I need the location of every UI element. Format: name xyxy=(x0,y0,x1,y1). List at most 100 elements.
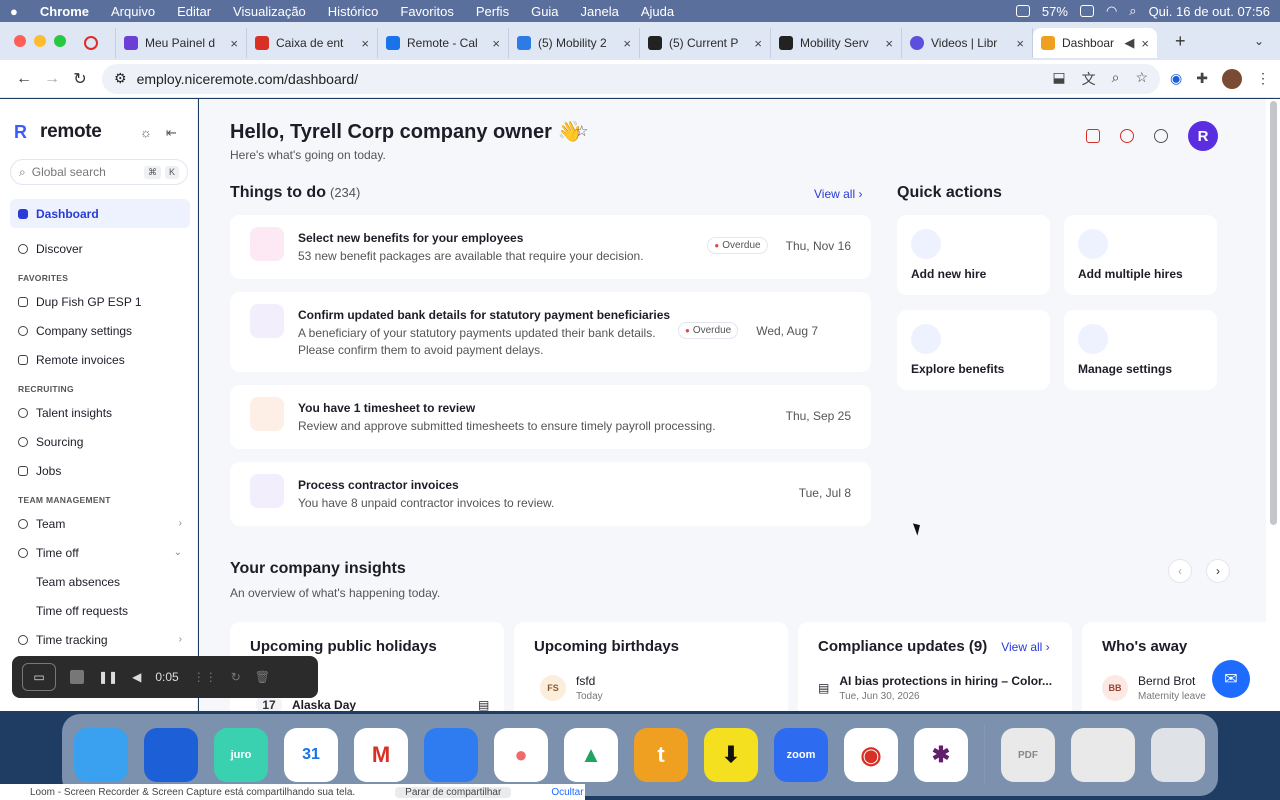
user-avatar[interactable]: R xyxy=(1188,121,1218,151)
menu-item[interactable]: Guia xyxy=(531,4,558,19)
browser-tab[interactable]: (5) Mobility 2 × xyxy=(509,28,640,58)
download-icon[interactable]: ⬇ xyxy=(704,728,758,782)
sidebar-item-team-absences[interactable]: Team absences xyxy=(10,567,190,596)
search-icon[interactable]: ⌕ xyxy=(1129,3,1136,19)
announcements-icon[interactable] xyxy=(1086,129,1100,143)
scrollbar-thumb[interactable] xyxy=(1270,101,1277,525)
page-scrollbar[interactable] xyxy=(1266,99,1280,711)
quick-action-explore-benefits[interactable]: Explore benefits xyxy=(897,310,1050,390)
zoom-window-button[interactable] xyxy=(54,35,66,47)
extensions-icon[interactable]: ✚ xyxy=(1196,70,1208,87)
trash-icon[interactable] xyxy=(1151,728,1205,782)
stop-record-icon[interactable] xyxy=(70,670,84,684)
todo-item[interactable]: Confirm updated bank details for statuto… xyxy=(230,292,871,372)
browser-tab-active[interactable]: Dashboar ◀ × xyxy=(1033,28,1157,58)
collapse-sidebar-icon[interactable]: ⇤ xyxy=(166,125,177,141)
browser-tab[interactable]: Videos | Libr × xyxy=(902,28,1033,58)
translate-icon[interactable]: 文 xyxy=(1082,69,1096,89)
quick-action-add-multiple-hires[interactable]: Add multiple hires xyxy=(1064,215,1217,295)
help-icon[interactable] xyxy=(1154,129,1168,143)
wifi-icon[interactable]: ◠ xyxy=(1106,3,1117,19)
quick-action-add-new-hire[interactable]: Add new hire xyxy=(897,215,1050,295)
restart-icon[interactable]: ↻ xyxy=(231,670,241,684)
drive-icon[interactable]: ▲ xyxy=(564,728,618,782)
back-icon[interactable]: ← xyxy=(10,70,38,88)
compliance-view-all-link[interactable]: View all › xyxy=(1001,640,1049,654)
global-search[interactable]: ⌕ Global search ⌘ K xyxy=(10,159,188,185)
browser-tab[interactable]: Mobility Serv × xyxy=(771,28,902,58)
pdf-file-icon[interactable]: PDF xyxy=(1001,728,1055,782)
tab-search-icon[interactable]: ⌄ xyxy=(1254,34,1264,48)
chrome-icon[interactable]: ◉ xyxy=(844,728,898,782)
sidebar-item-talent-insights[interactable]: Talent insights xyxy=(10,398,190,427)
carousel-prev-icon[interactable]: ‹ xyxy=(1168,559,1192,583)
reload-icon[interactable]: ↻ xyxy=(66,69,94,89)
insight-card-compliance[interactable]: Compliance updates (9) View all › ▤ AI bia… xyxy=(798,622,1072,711)
sidebar-item-dashboard[interactable]: Dashboard xyxy=(10,199,190,228)
bookmark-star-icon[interactable]: ☆ xyxy=(1135,69,1148,89)
close-window-button[interactable] xyxy=(14,35,26,47)
finder-icon[interactable] xyxy=(74,728,128,782)
todo-item[interactable]: You have 1 timesheet to review Review an… xyxy=(230,385,871,449)
gmail-icon[interactable]: M xyxy=(354,728,408,782)
sidebar-item-time-off[interactable]: Time off ⌄ xyxy=(10,538,190,567)
sidebar-item-discover[interactable]: Discover xyxy=(10,234,190,263)
profile-avatar[interactable] xyxy=(1222,68,1242,89)
apple-icon[interactable]: ● xyxy=(10,4,18,19)
menu-item[interactable]: Janela xyxy=(581,4,619,19)
forward-icon[interactable]: → xyxy=(38,70,66,88)
keynote-icon[interactable] xyxy=(424,728,478,782)
theme-toggle-icon[interactable]: ☼ xyxy=(140,125,152,141)
password-extension-icon[interactable]: ◉ xyxy=(1170,70,1182,87)
menu-item[interactable]: Perfis xyxy=(476,4,509,19)
speaker-icon[interactable]: ◀ xyxy=(1124,35,1134,51)
menu-item[interactable]: Arquivo xyxy=(111,4,155,19)
close-tab-icon[interactable]: × xyxy=(754,36,762,51)
password-app-icon[interactable] xyxy=(144,728,198,782)
close-tab-icon[interactable]: × xyxy=(623,36,631,51)
browser-menu-icon[interactable]: ⋮ xyxy=(1256,70,1270,87)
brand-logo[interactable]: R remote xyxy=(14,121,102,143)
sidebar-item-time-off-requests[interactable]: Time off requests xyxy=(10,596,190,625)
slack-icon[interactable]: ✱ xyxy=(914,728,968,782)
stop-sharing-button[interactable]: Parar de compartilhar xyxy=(395,786,512,798)
sidebar-item-dup-fish[interactable]: Dup Fish GP ESP 1 xyxy=(10,287,190,316)
juro-icon[interactable]: juro xyxy=(214,728,268,782)
site-settings-icon[interactable]: ⚙ xyxy=(114,70,127,87)
menu-item[interactable]: Favoritos xyxy=(400,4,453,19)
close-tab-icon[interactable]: × xyxy=(492,36,500,51)
close-tab-icon[interactable]: × xyxy=(885,36,893,51)
close-tab-icon[interactable]: × xyxy=(361,36,369,51)
browser-tab[interactable]: Meu Painel d × xyxy=(116,28,247,58)
zoom-icon[interactable]: ⌕ xyxy=(1112,69,1120,89)
quick-action-manage-settings[interactable]: Manage settings xyxy=(1064,310,1217,390)
menu-item[interactable]: Visualização xyxy=(233,4,306,19)
sidebar-item-time-tracking[interactable]: Time tracking › xyxy=(10,625,190,654)
browser-tab[interactable]: (5) Current P × xyxy=(640,28,771,58)
preview-window-icon[interactable] xyxy=(1071,728,1135,782)
browser-tab[interactable] xyxy=(76,28,116,58)
grid-icon[interactable]: ⋮⋮ xyxy=(193,670,217,684)
close-tab-icon[interactable]: × xyxy=(230,36,238,51)
search-input[interactable]: Global search xyxy=(32,165,106,179)
address-bar[interactable]: ⚙ employ.niceremote.com/dashboard/ ⬓ 文 ⌕… xyxy=(102,63,1161,94)
asana-icon[interactable]: ● xyxy=(494,728,548,782)
minimize-window-button[interactable] xyxy=(34,35,46,47)
camera-icon[interactable]: ▭ xyxy=(22,663,56,691)
zoom-icon[interactable]: zoom xyxy=(774,728,828,782)
url-text[interactable]: employ.niceremote.com/dashboard/ xyxy=(137,71,359,87)
sidebar-item-team[interactable]: Team › xyxy=(10,509,190,538)
bell-icon[interactable] xyxy=(1120,129,1134,143)
screen-icon[interactable] xyxy=(1015,5,1030,17)
pause-icon[interactable]: ❚❚ xyxy=(98,670,118,684)
sidebar-item-remote-invoices[interactable]: Remote invoices xyxy=(10,345,190,374)
sidebar-item-jobs[interactable]: Jobs xyxy=(10,456,190,485)
close-tab-icon[interactable]: × xyxy=(1016,36,1024,51)
chat-bubble-icon[interactable]: ✉ xyxy=(1212,660,1250,698)
menu-item[interactable]: Ajuda xyxy=(641,4,674,19)
close-tab-icon[interactable]: × xyxy=(1141,36,1149,51)
datetime[interactable]: Qui. 16 de out. 07:56 xyxy=(1149,4,1270,19)
sidebar-item-company-settings[interactable]: Company settings xyxy=(10,316,190,345)
browser-tab[interactable]: Remote - Cal × xyxy=(378,28,509,58)
todo-item[interactable]: Process contractor invoices You have 8 u… xyxy=(230,462,871,526)
